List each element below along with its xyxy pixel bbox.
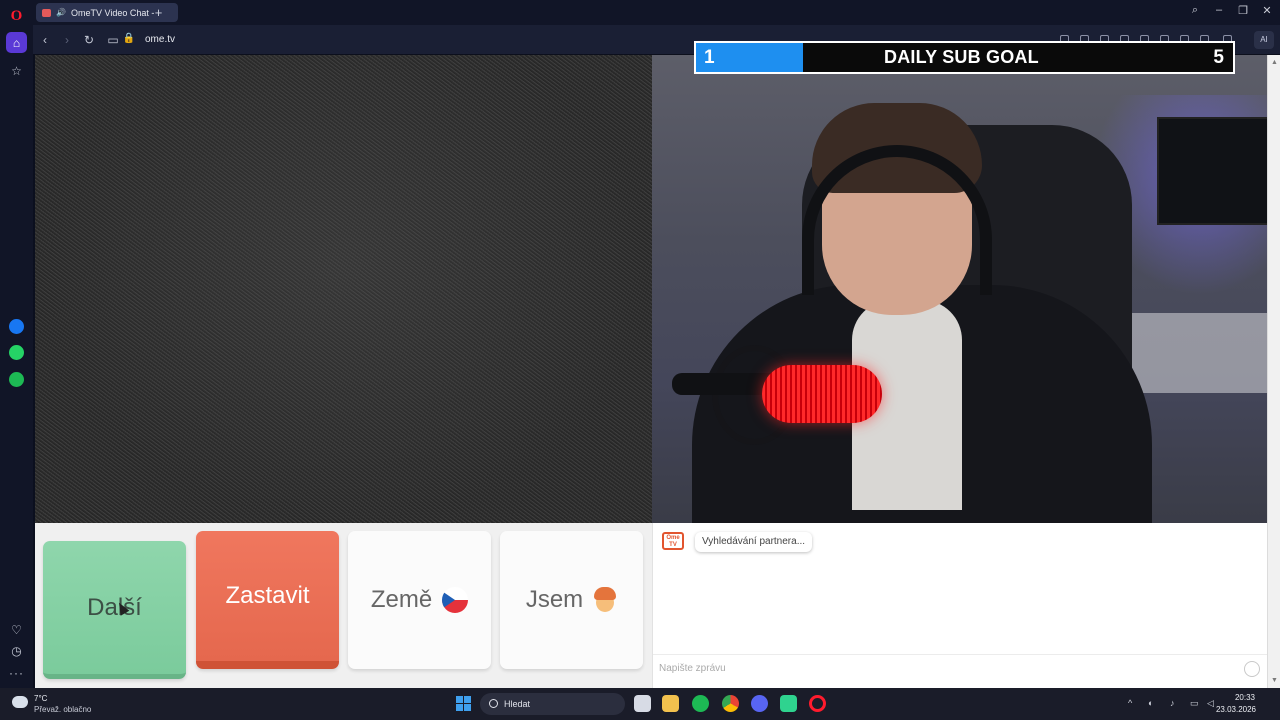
back-icon[interactable]: ‹ — [38, 33, 52, 47]
ometv-logo-icon: Ome TV — [662, 532, 684, 550]
page-scrollbar[interactable]: ▲ ▼ — [1267, 55, 1280, 688]
more-icon[interactable]: ··· — [6, 662, 27, 683]
task-view-icon[interactable] — [634, 695, 651, 712]
new-tab-button[interactable]: + — [151, 5, 166, 20]
close-icon[interactable]: ✕ — [1258, 4, 1276, 17]
tab-strip: 🔊 OmeTV Video Chat - + ⌕ – ❐ ✕ — [33, 0, 1280, 25]
weather-desc[interactable]: Převaž. oblačno — [34, 705, 91, 714]
background-tv — [1157, 117, 1267, 225]
ai-button[interactable]: AI — [1254, 31, 1274, 49]
opera-taskbar-icon[interactable] — [809, 695, 826, 712]
home-icon[interactable]: ⌂ — [6, 32, 27, 53]
lock-icon[interactable]: 🔒 — [122, 33, 136, 44]
partner-video-static — [35, 55, 652, 523]
weather-temp[interactable]: 7°C — [34, 694, 47, 703]
country-button[interactable]: Země — [348, 531, 491, 669]
country-label: Země — [370, 586, 433, 613]
tray-app-icon[interactable]: ◐ — [1148, 698, 1153, 708]
windows-start-icon[interactable] — [456, 696, 471, 711]
goal-title: DAILY SUB GOAL — [884, 47, 1039, 67]
discord-icon[interactable] — [751, 695, 768, 712]
tray-chevron-icon[interactable]: ^ — [1128, 698, 1132, 708]
sub-goal-overlay: 1 DAILY SUB GOAL 5 — [694, 41, 1235, 74]
reload-icon[interactable]: ↻ — [82, 33, 96, 47]
chat-message-input[interactable] — [659, 663, 1219, 674]
taskbar-search[interactable]: Hledat — [480, 693, 625, 715]
boy-face-icon — [593, 587, 617, 613]
goal-target: 5 — [1213, 46, 1224, 68]
volume-icon[interactable]: ◁ — [1207, 698, 1214, 709]
ometv-page: Další Zastavit Země Jsem Ome TV Vyhledáv… — [35, 55, 1267, 688]
file-explorer-icon[interactable] — [662, 695, 679, 712]
ometv-favicon-icon — [42, 8, 51, 17]
cloud-icon[interactable] — [12, 696, 28, 708]
search-tabs-icon[interactable]: ⌕ — [1186, 4, 1204, 17]
microphone-icon[interactable]: ♪ — [1170, 698, 1175, 708]
history-icon[interactable]: ◷ — [6, 640, 27, 661]
tab-title: OmeTV Video Chat - — [70, 7, 155, 18]
stop-label: Zastavit — [225, 582, 310, 609]
spotify-icon[interactable] — [6, 369, 27, 390]
network-icon[interactable]: ▭ — [1190, 698, 1199, 709]
gender-button[interactable]: Jsem — [500, 531, 643, 669]
czech-flag-icon — [442, 587, 469, 613]
scroll-up-icon[interactable]: ▲ — [1271, 59, 1278, 66]
emoji-icon[interactable] — [1244, 661, 1260, 677]
maximize-icon[interactable]: ❐ — [1234, 4, 1252, 17]
messenger-icon[interactable] — [6, 316, 27, 337]
spotify-taskbar-icon[interactable] — [692, 695, 709, 712]
star-icon[interactable]: ☆ — [6, 60, 27, 81]
own-webcam-video — [652, 55, 1267, 523]
url-field[interactable]: ome.tv — [145, 34, 175, 45]
windows-taskbar: 7°C Převaž. oblačno Hledat ^ ◐ ♪ ▭ ◁ 20:… — [0, 688, 1280, 720]
clock-date[interactable]: 23.03.2026 — [1216, 705, 1256, 714]
chrome-icon[interactable] — [722, 695, 739, 712]
next-button[interactable]: Další — [43, 541, 186, 679]
gender-label: Jsem — [525, 586, 584, 613]
opera-logo-icon[interactable]: O — [6, 6, 27, 27]
speaker-icon[interactable]: 🔊 — [56, 8, 66, 17]
control-panel: Další Zastavit Země Jsem — [35, 523, 652, 688]
camera-icon[interactable]: ▭ — [106, 33, 120, 47]
search-icon — [489, 699, 498, 708]
red-microphone — [762, 365, 882, 423]
next-label: Další — [87, 593, 142, 621]
scroll-down-icon[interactable]: ▼ — [1271, 677, 1278, 684]
search-label: Hledat — [504, 699, 531, 709]
forward-icon[interactable]: › — [60, 33, 74, 47]
minimize-icon[interactable]: – — [1210, 4, 1228, 16]
chat-panel: Ome TV Vyhledávání partnera... — [652, 523, 1267, 688]
chat-status-message: Vyhledávání partnera... — [695, 532, 813, 552]
whatsapp-icon[interactable] — [6, 342, 27, 363]
chat-input-bar — [653, 654, 1267, 688]
app-icon[interactable] — [780, 695, 797, 712]
goal-current: 1 — [704, 46, 715, 68]
clock-time[interactable]: 20:33 — [1235, 693, 1255, 702]
heart-icon[interactable]: ♡ — [6, 619, 27, 640]
stop-button[interactable]: Zastavit — [196, 531, 339, 669]
opera-sidebar: O ⌂ ☆ ♡ ◷ ··· — [0, 0, 33, 688]
